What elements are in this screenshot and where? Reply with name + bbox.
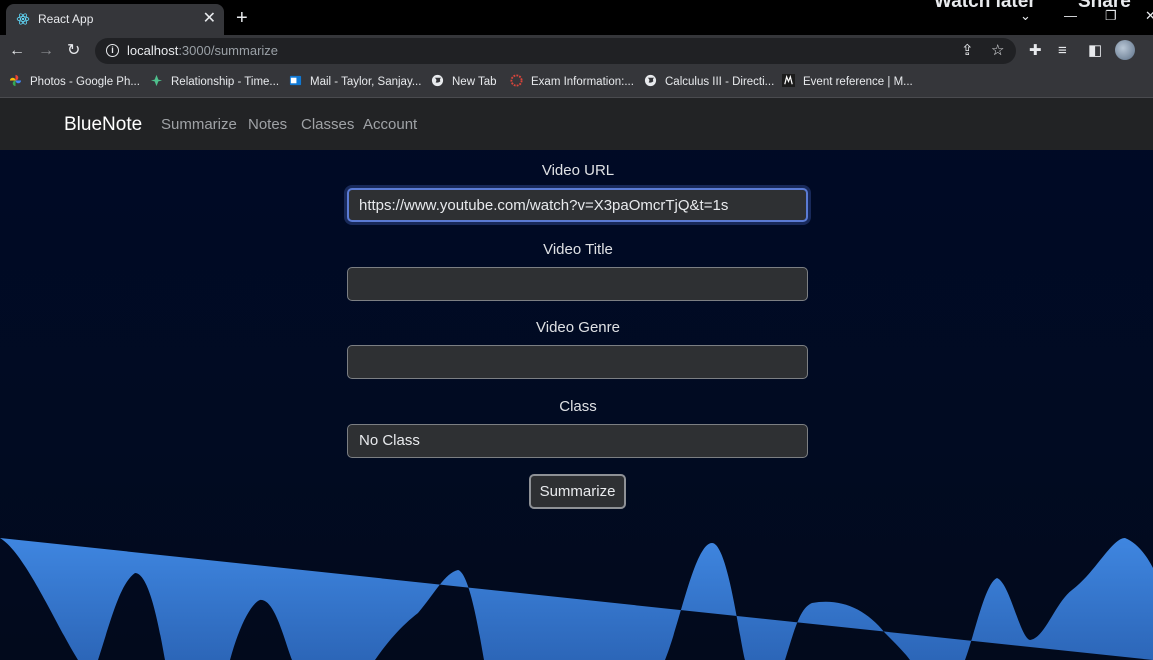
video-genre-label: Video Genre bbox=[536, 319, 620, 336]
exam-icon bbox=[510, 74, 523, 87]
side-panel-icon[interactable]: ◧ bbox=[1088, 41, 1102, 61]
app-navbar: BlueNote Summarize Notes Classes Account bbox=[0, 98, 1153, 150]
profile-avatar[interactable] bbox=[1115, 40, 1135, 60]
nav-notes[interactable]: Notes bbox=[248, 116, 287, 133]
share-page-icon[interactable]: ⇪ bbox=[961, 42, 974, 60]
bookmark-item[interactable]: Mail - Taylor, Sanjay... bbox=[289, 74, 421, 88]
nav-classes[interactable]: Classes bbox=[301, 116, 354, 133]
address-url[interactable]: localhost:3000/summarize bbox=[127, 43, 278, 58]
class-select[interactable]: No Class bbox=[347, 424, 808, 458]
app-page: BlueNote Summarize Notes Classes Account… bbox=[0, 98, 1153, 660]
bookmarks-bar: Photos - Google Ph... Relationship - Tim… bbox=[0, 67, 1153, 98]
summarize-button[interactable]: Summarize bbox=[529, 474, 626, 509]
decorative-waves bbox=[0, 538, 1153, 660]
mdn-icon bbox=[782, 74, 795, 87]
nav-summarize[interactable]: Summarize bbox=[161, 116, 237, 133]
wave-shape bbox=[0, 538, 1153, 660]
browser-toolbar: ← → ↻ i localhost:3000/summarize ⇪ ☆ ✚ ≡… bbox=[0, 35, 1153, 67]
leaf-icon bbox=[150, 74, 163, 87]
bookmark-item[interactable]: New Tab bbox=[431, 74, 497, 88]
react-icon bbox=[16, 13, 30, 25]
reload-icon[interactable]: ↻ bbox=[67, 41, 80, 61]
globe-icon bbox=[431, 74, 444, 87]
chevron-down-icon[interactable]: ⌄ bbox=[1020, 6, 1031, 26]
address-bar[interactable]: i localhost:3000/summarize ⇪ ☆ bbox=[95, 38, 1016, 64]
tab-title: React App bbox=[38, 12, 94, 26]
browser-tab-strip: React App ✕ + Watch later Share ⌄ — ❐ ✕ bbox=[0, 0, 1153, 35]
media-queue-icon[interactable]: ≡ bbox=[1058, 41, 1067, 61]
new-tab-icon[interactable]: + bbox=[236, 6, 248, 30]
star-icon[interactable]: ☆ bbox=[991, 42, 1004, 60]
restore-icon[interactable]: ❐ bbox=[1105, 6, 1117, 26]
video-genre-input[interactable] bbox=[347, 345, 808, 379]
google-photos-icon bbox=[9, 74, 22, 87]
bookmark-item[interactable]: Exam Information:... bbox=[510, 74, 634, 88]
brand-logo[interactable]: BlueNote bbox=[64, 114, 142, 136]
video-url-input[interactable] bbox=[347, 188, 808, 222]
close-window-icon[interactable]: ✕ bbox=[1145, 6, 1153, 26]
globe-icon bbox=[644, 74, 657, 87]
bookmark-item[interactable]: Calculus III - Directi... bbox=[644, 74, 774, 88]
video-title-label: Video Title bbox=[543, 241, 613, 258]
info-icon[interactable]: i bbox=[106, 44, 119, 57]
nav-account[interactable]: Account bbox=[363, 116, 417, 133]
class-label: Class bbox=[559, 398, 597, 415]
extensions-puzzle-icon[interactable]: ✚ bbox=[1029, 41, 1042, 61]
back-arrow-icon[interactable]: ← bbox=[9, 41, 25, 61]
forward-arrow-icon[interactable]: → bbox=[38, 41, 54, 61]
bookmark-item[interactable]: Event reference | M... bbox=[782, 74, 913, 88]
bookmark-item[interactable]: Photos - Google Ph... bbox=[9, 74, 140, 88]
video-title-input[interactable] bbox=[347, 267, 808, 301]
bookmark-item[interactable]: Relationship - Time... bbox=[150, 74, 279, 88]
video-url-label: Video URL bbox=[541, 162, 615, 179]
outlook-icon bbox=[289, 75, 302, 86]
browser-tab[interactable]: React App ✕ bbox=[6, 4, 224, 35]
tab-close-icon[interactable]: ✕ bbox=[203, 9, 216, 29]
minimize-icon[interactable]: — bbox=[1064, 6, 1077, 26]
